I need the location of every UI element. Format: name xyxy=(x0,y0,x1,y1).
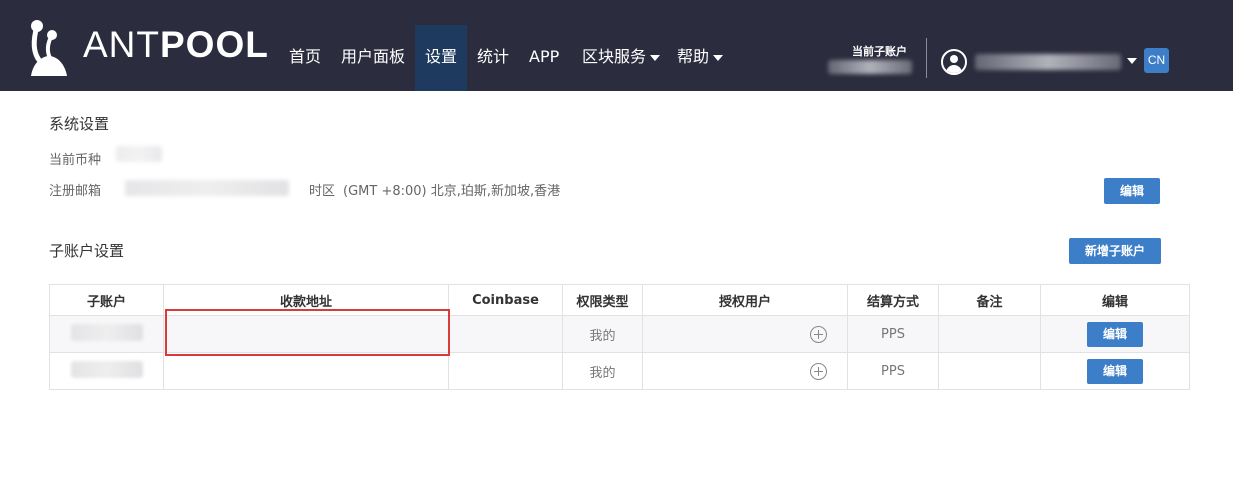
authorized-users-cell xyxy=(642,315,848,353)
add-circle-icon[interactable] xyxy=(810,362,827,380)
nav-settings[interactable]: 设置 xyxy=(415,25,468,91)
currency-value-redacted xyxy=(116,146,162,162)
timezone-label: 时区 xyxy=(309,184,336,199)
edit-system-settings-button[interactable]: 编辑 xyxy=(1104,178,1160,204)
header-divider xyxy=(926,38,927,78)
nav-block-services-label: 区块服务 xyxy=(582,47,647,66)
col-permission-type: 权限类型 xyxy=(562,284,643,316)
add-circle-icon[interactable] xyxy=(810,325,827,343)
nav-app[interactable]: APP xyxy=(519,25,569,91)
logo-pool: POOL xyxy=(160,24,269,65)
subaccount-name-cell xyxy=(49,352,164,390)
remarks-cell xyxy=(938,352,1041,390)
col-remarks: 备注 xyxy=(938,284,1041,316)
logo-ant: ANT xyxy=(83,24,160,65)
subaccount-name-cell xyxy=(49,315,164,353)
timezone-text: 时区 (GMT +8:00) 北京,珀斯,新加坡,香港 xyxy=(309,180,568,199)
email-label: 注册邮箱 xyxy=(49,184,102,199)
edit-cell: 编辑 xyxy=(1040,315,1190,353)
table-row: 我的 PPS 编辑 xyxy=(49,352,1190,390)
edit-row-button[interactable]: 编辑 xyxy=(1087,321,1143,347)
payout-address-cell[interactable] xyxy=(163,352,449,390)
currency-label: 当前币种 xyxy=(49,153,102,168)
edit-row-button[interactable]: 编辑 xyxy=(1087,358,1143,384)
nav-help-label: 帮助 xyxy=(677,47,710,66)
logo-text[interactable]: ANTPOOL xyxy=(83,25,269,65)
nav-block-services[interactable]: 区块服务 xyxy=(572,25,670,91)
email-value-redacted xyxy=(125,180,289,196)
current-subaccount-label: 当前子账户 xyxy=(852,45,907,58)
col-edit: 编辑 xyxy=(1040,284,1190,316)
chevron-down-icon xyxy=(713,54,724,61)
nav-dashboard[interactable]: 用户面板 xyxy=(331,25,415,91)
nav-statistics[interactable]: 统计 xyxy=(467,25,519,91)
top-header: ANTPOOL 首页 用户面板 设置 统计 APP 区块服务 帮助 当前子账户 … xyxy=(0,0,1233,91)
current-subaccount-name-redacted[interactable] xyxy=(828,60,912,74)
nav-help[interactable]: 帮助 xyxy=(667,25,733,91)
timezone-value: (GMT +8:00) 北京,珀斯,新加坡,香港 xyxy=(343,184,561,199)
remarks-cell xyxy=(938,315,1041,353)
chevron-down-icon xyxy=(650,54,661,61)
permission-cell: 我的 xyxy=(562,315,643,353)
avatar-icon[interactable] xyxy=(941,49,967,75)
user-menu-chevron-down-icon[interactable] xyxy=(1127,58,1137,64)
settlement-cell: PPS xyxy=(847,352,939,390)
col-settlement-method: 结算方式 xyxy=(847,284,939,316)
payout-address-highlight-box xyxy=(165,309,450,356)
subaccount-settings-title: 子账户设置 xyxy=(49,242,125,260)
settlement-cell: PPS xyxy=(847,315,939,353)
coinbase-cell xyxy=(448,352,563,390)
authorized-users-cell xyxy=(642,352,848,390)
col-authorized-users: 授权用户 xyxy=(642,284,848,316)
add-subaccount-button[interactable]: 新增子账户 xyxy=(1069,238,1161,264)
nav-home[interactable]: 首页 xyxy=(279,25,331,91)
language-badge[interactable]: CN xyxy=(1144,48,1169,73)
edit-cell: 编辑 xyxy=(1040,352,1190,390)
col-coinbase: Coinbase xyxy=(448,284,563,316)
system-settings-title: 系统设置 xyxy=(49,115,110,133)
col-subaccount: 子账户 xyxy=(49,284,164,316)
coinbase-cell xyxy=(448,315,563,353)
subaccount-name-redacted xyxy=(70,360,143,378)
permission-cell: 我的 xyxy=(562,352,643,390)
username-redacted[interactable] xyxy=(975,54,1121,70)
subaccount-name-redacted xyxy=(70,323,143,341)
